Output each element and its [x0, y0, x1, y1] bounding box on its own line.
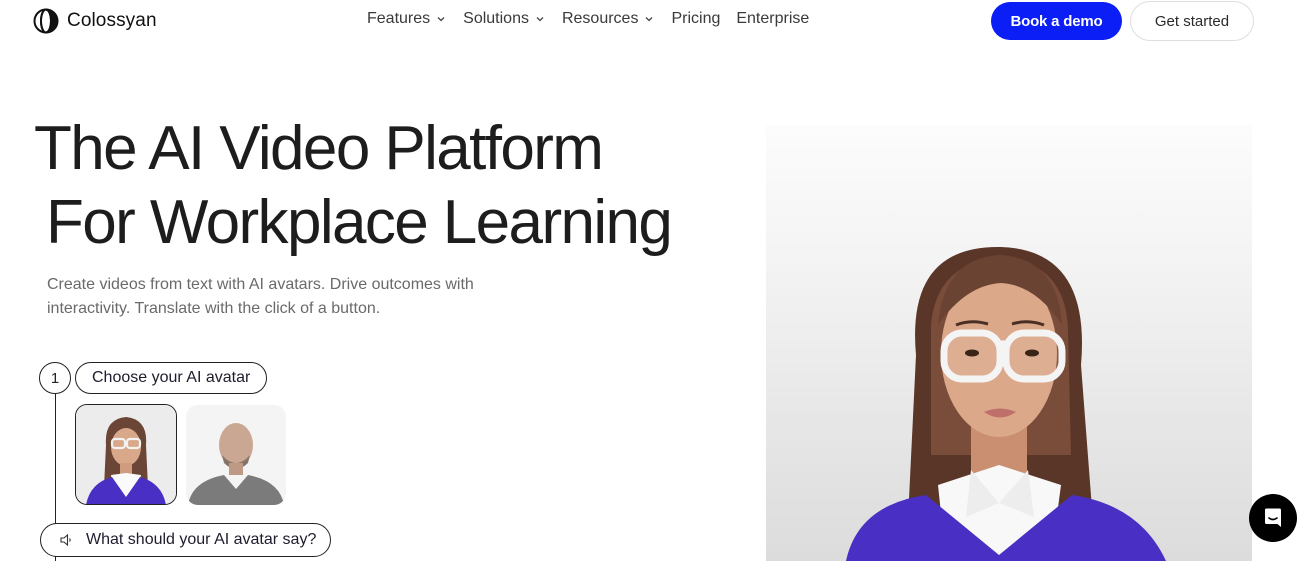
speaker-icon: [60, 533, 71, 547]
hero-subtitle: Create videos from text with AI avatars.…: [47, 276, 474, 317]
colossyan-logo-icon: [33, 8, 59, 34]
chevron-down-icon: [645, 17, 653, 22]
step-number-badge: 1: [39, 362, 71, 394]
chevron-down-icon: [536, 17, 544, 22]
female-avatar-image: [76, 405, 176, 504]
nav-label: Pricing: [671, 10, 721, 27]
chevron-down-icon: [437, 17, 445, 22]
brand-logo[interactable]: Colossyan: [33, 8, 157, 34]
book-demo-button[interactable]: Book a demo: [991, 2, 1122, 40]
avatar-option-female[interactable]: [75, 404, 177, 505]
male-avatar-image: [186, 405, 286, 505]
hero-title: The AI Video Platform For Workplace Lear…: [34, 112, 673, 260]
nav-item-resources[interactable]: Resources: [562, 10, 654, 28]
nav-label: Features: [367, 10, 431, 27]
main-nav: Features Solutions Resources Pricing Ent…: [367, 10, 825, 28]
nav-label: Enterprise: [736, 10, 810, 27]
choose-avatar-step[interactable]: Choose your AI avatar: [75, 362, 268, 394]
female-avatar-hero-image: [846, 246, 1166, 561]
nav-item-features[interactable]: Features: [367, 10, 446, 28]
hero-avatar-video: [766, 125, 1252, 561]
get-started-button[interactable]: Get started: [1130, 1, 1254, 41]
nav-item-solutions[interactable]: Solutions: [463, 10, 545, 28]
avatar-script-step[interactable]: What should your AI avatar say?: [40, 523, 331, 557]
brand-name: Colossyan: [67, 10, 157, 31]
hero-title-line2: For Workplace Learning: [46, 188, 673, 257]
avatar-script-label: What should your AI avatar say?: [86, 531, 317, 548]
nav-label: Solutions: [463, 10, 529, 27]
nav-item-enterprise[interactable]: Enterprise: [736, 10, 809, 28]
hero-title-line1: The AI Video Platform: [34, 114, 604, 183]
nav-label: Resources: [561, 10, 639, 27]
chat-icon: [1265, 508, 1281, 527]
nav-item-pricing[interactable]: Pricing: [671, 10, 720, 28]
avatar-option-male[interactable]: [186, 405, 286, 505]
chat-widget-button[interactable]: [1249, 494, 1297, 542]
